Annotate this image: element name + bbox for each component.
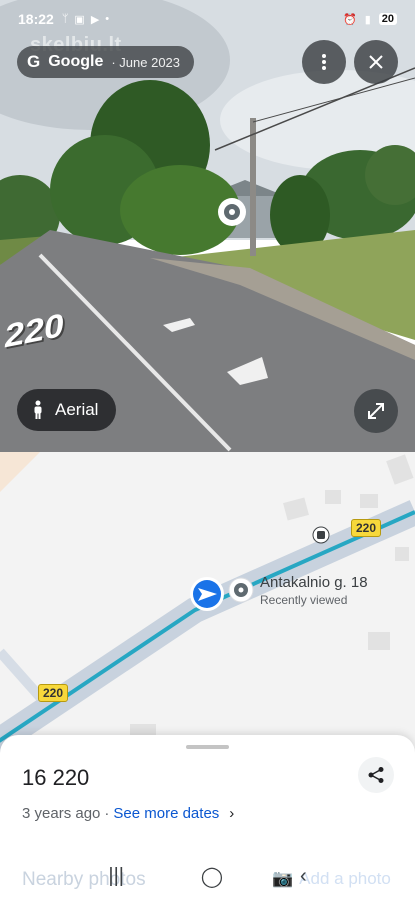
capture-date: · June 2023: [111, 54, 181, 70]
share-button[interactable]: [358, 757, 394, 793]
person-icon: [34, 400, 42, 419]
signal-icon: ▮: [364, 13, 371, 26]
alarm-icon: ⏰: [342, 13, 357, 26]
wifi-calling-icon: ᛘ: [61, 13, 69, 25]
status-time: 18:22: [18, 11, 54, 27]
back-icon[interactable]: ‹: [300, 865, 307, 888]
more-vert-icon: [322, 54, 326, 70]
google-g-logo: G: [27, 52, 41, 71]
capture-age: 3 years ago: [22, 805, 101, 822]
more-options-button[interactable]: [302, 40, 346, 84]
aerial-label: Aerial: [55, 400, 99, 419]
dot-icon: •: [105, 13, 110, 25]
close-button[interactable]: [354, 40, 398, 84]
google-capture-chip: G Google · June 2023: [17, 46, 195, 78]
route-shield-220: 220: [351, 519, 382, 537]
chevron-right-icon[interactable]: ›: [229, 805, 234, 822]
place-subtitle: Recently viewed: [260, 593, 348, 607]
close-icon: [369, 55, 383, 69]
recents-icon[interactable]: |||: [108, 865, 124, 888]
place-label[interactable]: Antakalnio g. 18 Recently viewed: [260, 574, 368, 607]
status-system-icons: ⏰ ▮ 20: [343, 13, 397, 26]
status-notification-icons: ᛘ ▣ ▶ •: [62, 13, 109, 26]
screenshot-icon: ▣: [74, 13, 85, 26]
google-brand-label: Google: [48, 53, 104, 70]
expand-icon: [368, 403, 384, 419]
street-view-panorama[interactable]: 220 18:22 ᛘ ▣ ▶ • ⏰ ▮ 20 skelbiu.lt G Go…: [0, 0, 415, 452]
sheet-title: 16 220: [22, 765, 90, 790]
battery-indicator: 20: [378, 13, 397, 25]
sheet-drag-handle[interactable]: [186, 745, 229, 749]
home-icon[interactable]: ◯: [201, 864, 223, 889]
see-more-dates-link[interactable]: See more dates: [113, 805, 219, 822]
capture-age-row: 3 years ago · See more dates ›: [22, 805, 234, 822]
place-title: Antakalnio g. 18: [260, 574, 368, 591]
aerial-button[interactable]: Aerial: [17, 389, 117, 431]
youtube-icon: ▶: [90, 13, 100, 26]
navigation-arrow-icon[interactable]: [190, 577, 224, 611]
route-shield-220-lower: 220: [38, 684, 69, 702]
share-icon: [368, 767, 384, 783]
fullscreen-button[interactable]: [354, 389, 398, 433]
system-navigation-bar: ||| ◯ ‹: [0, 852, 415, 900]
status-bar: 18:22 ᛘ ▣ ▶ • ⏰ ▮ 20: [18, 8, 397, 30]
meta-separator: ·: [104, 805, 110, 822]
